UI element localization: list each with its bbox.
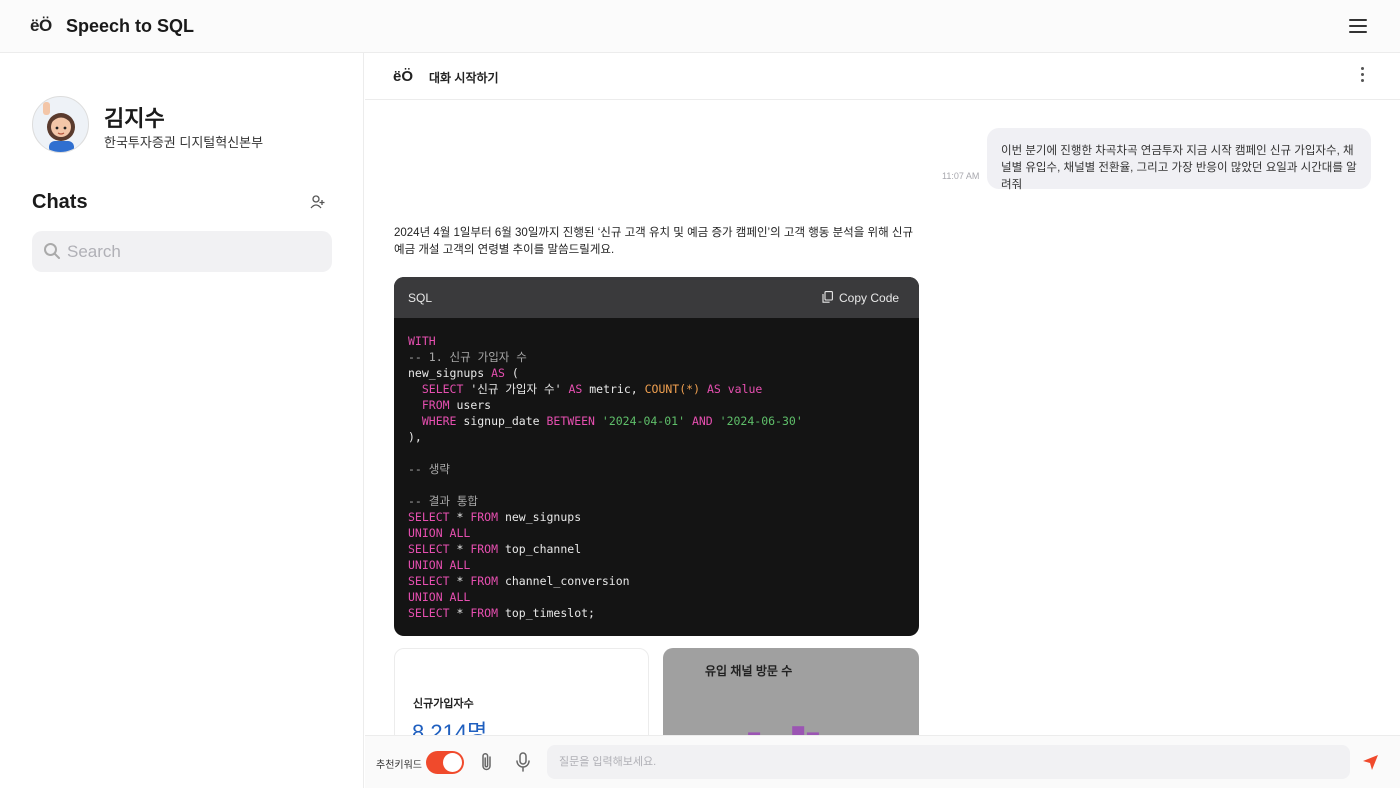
assistant-answer-text: 2024년 4월 1일부터 6월 30일까지 진행된 ‘신규 고객 유치 및 예… <box>394 227 914 256</box>
avatar <box>32 96 89 153</box>
user-organization: 한국투자증권 디지털혁신본부 <box>104 135 264 150</box>
add-user-icon[interactable] <box>310 194 326 210</box>
main-panel: ëÖ 대화 시작하기 11:07 AM 이번 분기에 진행한 차곡차곡 연금투자… <box>365 53 1400 788</box>
search-box <box>32 231 332 272</box>
send-icon[interactable] <box>1362 754 1379 771</box>
message-input[interactable] <box>547 745 1350 779</box>
stat-label: 신규가입자수 <box>413 698 474 710</box>
more-options-icon[interactable] <box>1359 67 1365 85</box>
code-block-header: SQL Copy Code <box>394 277 919 318</box>
chat-logo: ëÖ <box>393 68 414 85</box>
message-timestamp: 11:07 AM <box>942 171 980 181</box>
user-name: 김지수 <box>104 106 165 131</box>
menu-icon[interactable] <box>1349 19 1367 33</box>
recommend-keyword-label: 추천키워드 <box>376 760 422 771</box>
top-bar: ëÖ Speech to SQL <box>0 0 1400 53</box>
copy-icon <box>822 291 833 303</box>
chats-heading: Chats <box>32 191 88 213</box>
search-input[interactable] <box>67 231 322 272</box>
chart-title: 유입 채널 방문 수 <box>705 664 793 678</box>
copy-code-label: Copy Code <box>839 291 900 305</box>
message-composer: 추천키워드 <box>365 735 1400 788</box>
sql-code-block: SQL Copy Code WITH -- 1. 신규 가입자 수 new_si… <box>394 277 919 636</box>
chat-title: 대화 시작하기 <box>429 71 499 85</box>
microphone-icon[interactable] <box>515 752 531 772</box>
sidebar: 김지수 한국투자증권 디지털혁신본부 Chats <box>0 53 364 788</box>
code-language-label: SQL <box>408 291 433 305</box>
paperclip-icon[interactable] <box>478 752 495 772</box>
recommend-keyword-toggle[interactable] <box>426 751 464 774</box>
chat-header: ëÖ 대화 시작하기 <box>365 53 1400 100</box>
app-title: Speech to SQL <box>66 16 195 36</box>
sql-code: WITH -- 1. 신규 가입자 수 new_signups AS ( SEL… <box>408 334 803 620</box>
app-logo: ëÖ <box>30 16 52 35</box>
search-icon <box>44 243 60 259</box>
user-message-bubble: 이번 분기에 진행한 차곡차곡 연금투자 지금 시작 캠페인 신규 가입자수, … <box>987 128 1371 191</box>
